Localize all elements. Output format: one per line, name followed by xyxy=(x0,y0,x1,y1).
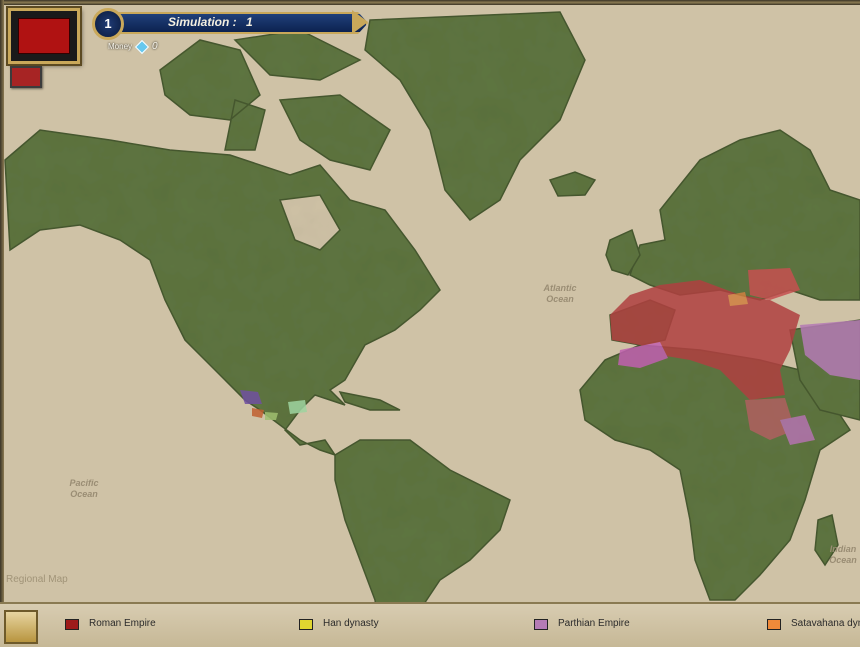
money-label: Money xyxy=(108,42,133,51)
legend-bar: Roman Empire Han dynasty Parthian Empire… xyxy=(0,602,860,647)
central-america-territory xyxy=(265,412,278,420)
legend-swatch xyxy=(534,619,548,630)
legend-swatch xyxy=(65,619,79,630)
money-value: 0 xyxy=(152,41,158,52)
left-frame xyxy=(0,0,4,645)
legend-label: Satavahana dyn xyxy=(791,618,860,629)
ocean-label-pacific: Pacific Ocean xyxy=(69,478,99,499)
legend-item-satavahana[interactable]: Satavahana dyn xyxy=(767,618,860,632)
regional-map-label[interactable]: Regional Map xyxy=(6,574,68,585)
top-frame xyxy=(0,0,860,5)
simulation-label: Simulation : xyxy=(168,15,237,29)
legend-label: Han dynasty xyxy=(323,618,379,629)
legend-label: Roman Empire xyxy=(89,618,156,629)
caribbean-territory xyxy=(288,400,307,414)
simulation-value: 1 xyxy=(246,15,253,29)
faction-flag[interactable] xyxy=(18,18,70,54)
simulation-banner: Simulation : 1 xyxy=(118,12,368,34)
simulation-arrow-icon[interactable] xyxy=(352,10,368,34)
legend-swatch xyxy=(299,619,313,630)
faction-flag-frame[interactable] xyxy=(8,8,80,64)
secondary-flag-button[interactable] xyxy=(10,66,42,88)
world-map[interactable] xyxy=(0,0,860,645)
legend-label: Parthian Empire xyxy=(558,618,630,629)
ocean-label-indian: Indian Ocean xyxy=(829,544,857,565)
scroll-icon[interactable] xyxy=(4,610,38,644)
ocean-label-atlantic: Atlantic Ocean xyxy=(543,283,577,304)
legend-swatch xyxy=(767,619,781,630)
turn-badge[interactable]: 1 xyxy=(92,8,124,40)
